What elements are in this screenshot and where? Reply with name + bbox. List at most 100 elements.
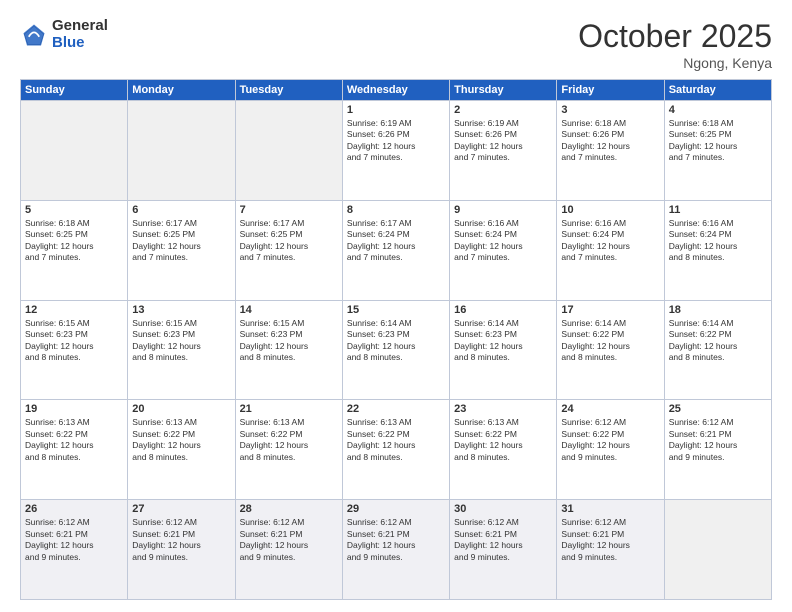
table-row: 13 Sunrise: 6:15 AM Sunset: 6:23 PM Dayli…	[128, 300, 235, 400]
table-row: 26 Sunrise: 6:12 AM Sunset: 6:21 PM Dayli…	[21, 500, 128, 600]
day-info: Sunrise: 6:13 AM Sunset: 6:22 PM Dayligh…	[25, 417, 123, 463]
table-row: 18 Sunrise: 6:14 AM Sunset: 6:22 PM Dayli…	[664, 300, 771, 400]
table-row: 1Sunrise: 6:19 AM Sunset: 6:26 PM Daylig…	[342, 101, 449, 201]
day-number: 8	[347, 204, 445, 216]
col-monday: Monday	[128, 80, 235, 101]
title-block: October 2025 Ngong, Kenya	[578, 18, 772, 71]
table-row: 15 Sunrise: 6:14 AM Sunset: 6:23 PM Dayli…	[342, 300, 449, 400]
day-info: Sunrise: 6:14 AM Sunset: 6:22 PM Dayligh…	[561, 318, 659, 364]
table-row: 25 Sunrise: 6:12 AM Sunset: 6:21 PM Dayli…	[664, 400, 771, 500]
day-number: 10	[561, 204, 659, 216]
day-number: 12	[25, 304, 123, 316]
day-info: Sunrise: 6:14 AM Sunset: 6:23 PM Dayligh…	[347, 318, 445, 364]
day-info: Sunrise: 6:18 AM Sunset: 6:25 PM Dayligh…	[25, 218, 123, 264]
col-friday: Friday	[557, 80, 664, 101]
day-number: 5	[25, 204, 123, 216]
table-row: 20 Sunrise: 6:13 AM Sunset: 6:22 PM Dayli…	[128, 400, 235, 500]
table-row: 21 Sunrise: 6:13 AM Sunset: 6:22 PM Dayli…	[235, 400, 342, 500]
col-tuesday: Tuesday	[235, 80, 342, 101]
day-info: Sunrise: 6:12 AM Sunset: 6:21 PM Dayligh…	[240, 517, 338, 563]
day-number: 7	[240, 204, 338, 216]
calendar: Sunday Monday Tuesday Wednesday Thursday…	[20, 79, 772, 600]
location: Ngong, Kenya	[578, 55, 772, 71]
day-number: 27	[132, 503, 230, 515]
day-info: Sunrise: 6:12 AM Sunset: 6:21 PM Dayligh…	[454, 517, 552, 563]
table-row: 14Sunrise: 6:15 AM Sunset: 6:23 PM Dayli…	[235, 300, 342, 400]
calendar-week-row: 1Sunrise: 6:19 AM Sunset: 6:26 PM Daylig…	[21, 101, 772, 201]
table-row	[664, 500, 771, 600]
table-row: 8Sunrise: 6:17 AM Sunset: 6:24 PM Daylig…	[342, 200, 449, 300]
day-info: Sunrise: 6:16 AM Sunset: 6:24 PM Dayligh…	[669, 218, 767, 264]
day-info: Sunrise: 6:12 AM Sunset: 6:21 PM Dayligh…	[669, 417, 767, 463]
day-number: 26	[25, 503, 123, 515]
table-row: 10 Sunrise: 6:16 AM Sunset: 6:24 PM Dayli…	[557, 200, 664, 300]
day-number: 16	[454, 304, 552, 316]
table-row: 5 Sunrise: 6:18 AM Sunset: 6:25 PM Daylig…	[21, 200, 128, 300]
calendar-week-row: 19 Sunrise: 6:13 AM Sunset: 6:22 PM Dayli…	[21, 400, 772, 500]
day-number: 22	[347, 403, 445, 415]
logo-general-text: General	[52, 18, 108, 35]
day-number: 21	[240, 403, 338, 415]
day-info: Sunrise: 6:12 AM Sunset: 6:22 PM Dayligh…	[561, 417, 659, 463]
col-sunday: Sunday	[21, 80, 128, 101]
table-row: 2 Sunrise: 6:19 AM Sunset: 6:26 PM Daylig…	[450, 101, 557, 201]
logo-blue-text: Blue	[52, 35, 108, 52]
table-row: 30 Sunrise: 6:12 AM Sunset: 6:21 PM Dayli…	[450, 500, 557, 600]
day-info: Sunrise: 6:19 AM Sunset: 6:26 PM Dayligh…	[347, 118, 445, 164]
day-number: 19	[25, 403, 123, 415]
day-info: Sunrise: 6:18 AM Sunset: 6:25 PM Dayligh…	[669, 118, 767, 164]
table-row: 12 Sunrise: 6:15 AM Sunset: 6:23 PM Dayli…	[21, 300, 128, 400]
table-row: 27 Sunrise: 6:12 AM Sunset: 6:21 PM Dayli…	[128, 500, 235, 600]
table-row: 16 Sunrise: 6:14 AM Sunset: 6:23 PM Dayli…	[450, 300, 557, 400]
day-number: 28	[240, 503, 338, 515]
day-info: Sunrise: 6:18 AM Sunset: 6:26 PM Dayligh…	[561, 118, 659, 164]
day-info: Sunrise: 6:15 AM Sunset: 6:23 PM Dayligh…	[132, 318, 230, 364]
day-info: Sunrise: 6:12 AM Sunset: 6:21 PM Dayligh…	[561, 517, 659, 563]
day-info: Sunrise: 6:13 AM Sunset: 6:22 PM Dayligh…	[240, 417, 338, 463]
day-info: Sunrise: 6:19 AM Sunset: 6:26 PM Dayligh…	[454, 118, 552, 164]
day-number: 13	[132, 304, 230, 316]
day-number: 11	[669, 204, 767, 216]
day-info: Sunrise: 6:16 AM Sunset: 6:24 PM Dayligh…	[561, 218, 659, 264]
day-number: 15	[347, 304, 445, 316]
day-info: Sunrise: 6:17 AM Sunset: 6:25 PM Dayligh…	[132, 218, 230, 264]
calendar-week-row: 5 Sunrise: 6:18 AM Sunset: 6:25 PM Daylig…	[21, 200, 772, 300]
day-number: 14	[240, 304, 338, 316]
day-info: Sunrise: 6:14 AM Sunset: 6:22 PM Dayligh…	[669, 318, 767, 364]
table-row: 3Sunrise: 6:18 AM Sunset: 6:26 PM Daylig…	[557, 101, 664, 201]
day-number: 18	[669, 304, 767, 316]
table-row: 29Sunrise: 6:12 AM Sunset: 6:21 PM Dayli…	[342, 500, 449, 600]
day-number: 30	[454, 503, 552, 515]
day-info: Sunrise: 6:17 AM Sunset: 6:25 PM Dayligh…	[240, 218, 338, 264]
day-number: 9	[454, 204, 552, 216]
day-info: Sunrise: 6:13 AM Sunset: 6:22 PM Dayligh…	[132, 417, 230, 463]
day-info: Sunrise: 6:13 AM Sunset: 6:22 PM Dayligh…	[347, 417, 445, 463]
table-row: 9Sunrise: 6:16 AM Sunset: 6:24 PM Daylig…	[450, 200, 557, 300]
day-info: Sunrise: 6:15 AM Sunset: 6:23 PM Dayligh…	[25, 318, 123, 364]
table-row: 4 Sunrise: 6:18 AM Sunset: 6:25 PM Daylig…	[664, 101, 771, 201]
day-number: 4	[669, 104, 767, 116]
header: General Blue October 2025 Ngong, Kenya	[20, 18, 772, 71]
day-number: 20	[132, 403, 230, 415]
table-row: 23Sunrise: 6:13 AM Sunset: 6:22 PM Dayli…	[450, 400, 557, 500]
calendar-week-row: 26 Sunrise: 6:12 AM Sunset: 6:21 PM Dayli…	[21, 500, 772, 600]
day-info: Sunrise: 6:12 AM Sunset: 6:21 PM Dayligh…	[25, 517, 123, 563]
calendar-header-row: Sunday Monday Tuesday Wednesday Thursday…	[21, 80, 772, 101]
table-row	[21, 101, 128, 201]
day-number: 25	[669, 403, 767, 415]
table-row: 6 Sunrise: 6:17 AM Sunset: 6:25 PM Daylig…	[128, 200, 235, 300]
day-info: Sunrise: 6:14 AM Sunset: 6:23 PM Dayligh…	[454, 318, 552, 364]
col-wednesday: Wednesday	[342, 80, 449, 101]
day-number: 6	[132, 204, 230, 216]
day-info: Sunrise: 6:12 AM Sunset: 6:21 PM Dayligh…	[132, 517, 230, 563]
logo-text: General Blue	[52, 18, 108, 51]
calendar-week-row: 12 Sunrise: 6:15 AM Sunset: 6:23 PM Dayli…	[21, 300, 772, 400]
table-row	[235, 101, 342, 201]
table-row: 17 Sunrise: 6:14 AM Sunset: 6:22 PM Dayli…	[557, 300, 664, 400]
page: General Blue October 2025 Ngong, Kenya S…	[0, 0, 792, 612]
table-row: 19 Sunrise: 6:13 AM Sunset: 6:22 PM Dayli…	[21, 400, 128, 500]
table-row: 24Sunrise: 6:12 AM Sunset: 6:22 PM Dayli…	[557, 400, 664, 500]
day-number: 17	[561, 304, 659, 316]
day-number: 2	[454, 104, 552, 116]
day-number: 31	[561, 503, 659, 515]
